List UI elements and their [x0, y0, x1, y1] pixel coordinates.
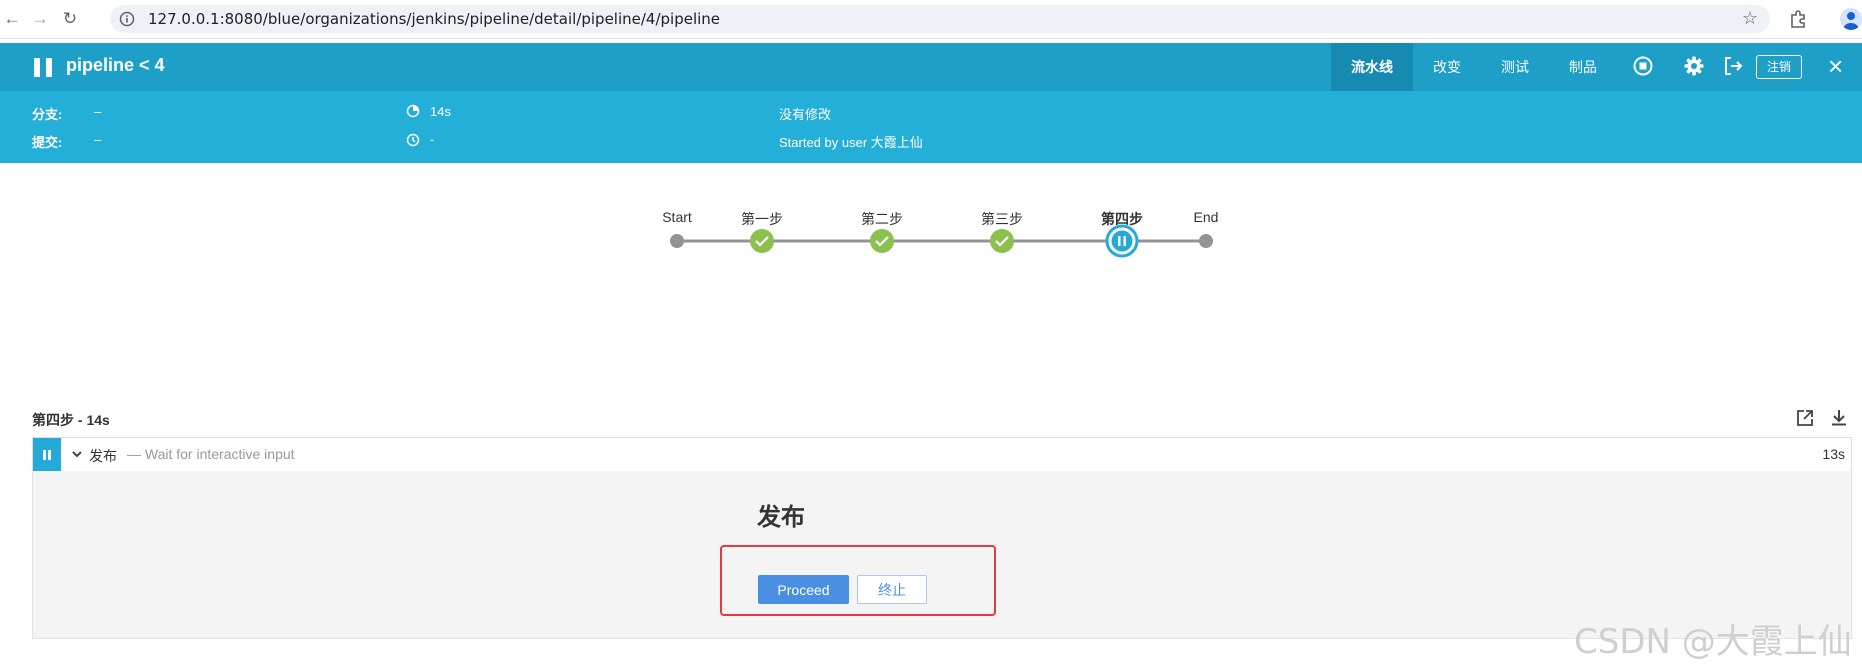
- stage-label-1[interactable]: 第一步: [741, 209, 783, 229]
- close-icon[interactable]: ×: [1828, 52, 1843, 80]
- download-icon[interactable]: [1829, 408, 1849, 428]
- pipeline-paused-icon: [34, 58, 52, 77]
- stage-node-1[interactable]: [750, 229, 774, 253]
- step-duration: 13s: [1822, 446, 1845, 462]
- address-bar[interactable]: 127.0.0.1:8080/blue/organizations/jenkin…: [110, 5, 1770, 33]
- stage-node-2[interactable]: [870, 229, 894, 253]
- step-description: — Wait for interactive input: [127, 446, 295, 462]
- proceed-button[interactable]: Proceed: [758, 575, 849, 604]
- clock-icon: [406, 133, 420, 147]
- time-ago-value: -: [430, 132, 435, 147]
- reload-icon[interactable]: ↻: [60, 9, 80, 29]
- extensions-icon[interactable]: [1788, 9, 1808, 29]
- csdn-watermark: CSDN @大霞上仙: [1574, 622, 1852, 662]
- branch-label: 分支:: [32, 107, 63, 122]
- forward-arrow-icon[interactable]: →: [30, 9, 50, 29]
- duration-icon: [406, 104, 420, 118]
- logout-button[interactable]: 注销: [1756, 55, 1802, 79]
- stage-label-3[interactable]: 第三步: [981, 209, 1023, 229]
- start-node: [670, 234, 684, 248]
- stage-node-4-selected[interactable]: [1105, 224, 1139, 258]
- app-header: pipeline < 4 流水线 改变 测试 制品 注销 ×: [0, 43, 1862, 91]
- header-tabs: 流水线 改变 测试 制品: [1331, 43, 1617, 91]
- back-arrow-icon[interactable]: ←: [2, 9, 22, 29]
- step-name: 发布: [89, 448, 117, 464]
- page-title[interactable]: pipeline < 4: [66, 55, 165, 76]
- stage-label-4[interactable]: 第四步: [1101, 209, 1143, 229]
- site-info-icon[interactable]: [119, 11, 135, 27]
- run-summary: 分支: – 提交: – 14s - 没有修改 Started by user 大…: [0, 91, 1862, 163]
- commit-label: 提交:: [32, 135, 63, 150]
- exit-classic-icon[interactable]: [1722, 55, 1744, 77]
- input-prompt-title: 发布: [757, 504, 805, 531]
- tab-tests[interactable]: 测试: [1481, 43, 1549, 91]
- tab-pipeline[interactable]: 流水线: [1331, 43, 1413, 91]
- chevron-down-icon[interactable]: [71, 447, 83, 461]
- end-node: [1199, 234, 1213, 248]
- pipeline-graph: Start 第一步 第二步 第三步 第四步 End: [0, 170, 1862, 290]
- branch-value: –: [94, 104, 102, 119]
- duration-value: 14s: [430, 104, 451, 119]
- abort-button[interactable]: 终止: [857, 575, 927, 604]
- step-paused-icon: [33, 438, 61, 472]
- tab-artifacts[interactable]: 制品: [1549, 43, 1617, 91]
- stage-label-start: Start: [662, 209, 692, 225]
- step-row[interactable]: 发布 — Wait for interactive input 13s: [32, 437, 1852, 473]
- stage-label-end: End: [1193, 209, 1219, 225]
- browser-toolbar: ← → ↻ 127.0.0.1:8080/blue/organizations/…: [0, 0, 1862, 39]
- open-in-new-icon[interactable]: [1795, 408, 1815, 428]
- commit-value: –: [94, 132, 102, 147]
- gear-icon[interactable]: [1683, 55, 1705, 77]
- changes-text: 没有修改: [779, 107, 832, 122]
- stage-label-2[interactable]: 第二步: [861, 209, 903, 229]
- started-by-text: Started by user 大霞上仙: [779, 135, 923, 150]
- tab-changes[interactable]: 改变: [1413, 43, 1481, 91]
- step-panel-title: 第四步 - 14s: [32, 412, 110, 428]
- profile-avatar-icon[interactable]: [1840, 8, 1862, 30]
- url-text[interactable]: 127.0.0.1:8080/blue/organizations/jenkin…: [148, 10, 720, 28]
- bookmark-star-icon[interactable]: ☆: [1742, 8, 1758, 29]
- stage-node-3[interactable]: [990, 229, 1014, 253]
- stop-icon[interactable]: [1632, 55, 1654, 77]
- pipeline-graph-canvas: [670, 224, 1213, 258]
